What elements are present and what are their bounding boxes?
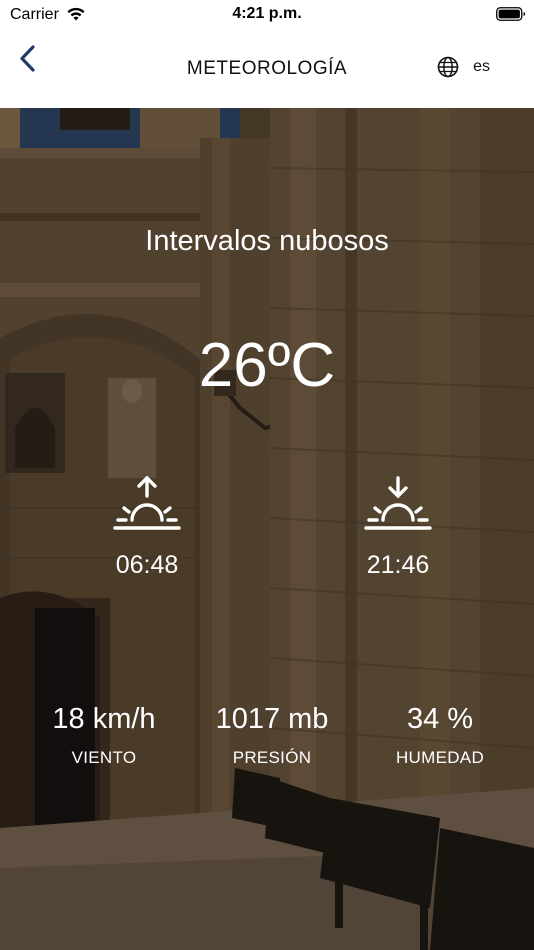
language-selector[interactable]: es xyxy=(437,54,490,80)
status-bar: Carrier 4:21 p.m. xyxy=(0,0,534,32)
temperature: 26ºC xyxy=(198,331,336,400)
weather-overlay: Intervalos nubosos 26ºC 06:48 21:46 18 k… xyxy=(0,108,534,950)
sunset-icon xyxy=(364,476,432,530)
weather-condition: Intervalos nubosos xyxy=(145,225,389,257)
pressure-stat: 1017 mb PRESIÓN xyxy=(182,703,362,768)
sunrise-block: 06:48 xyxy=(77,475,217,580)
humidity-label: HUMEDAD xyxy=(395,748,485,767)
sunrise-icon xyxy=(113,475,181,530)
sunset-block: 21:46 xyxy=(328,476,468,580)
wind-label: VIENTO xyxy=(71,748,137,767)
sunset-time: 21:46 xyxy=(366,551,430,579)
weather-hero: Intervalos nubosos 26ºC 06:48 21:46 18 k… xyxy=(0,108,534,950)
humidity-stat: 34 % HUMEDAD xyxy=(350,703,530,768)
sunrise-time: 06:48 xyxy=(115,551,179,579)
pressure-value: 1017 mb xyxy=(215,703,329,735)
wind-value: 18 km/h xyxy=(52,703,156,735)
pressure-label: PRESIÓN xyxy=(232,748,312,767)
status-time: 4:21 p.m. xyxy=(232,5,302,22)
language-code[interactable]: es xyxy=(473,58,490,76)
humidity-value: 34 % xyxy=(406,703,474,735)
globe-icon[interactable] xyxy=(437,56,459,78)
wind-stat: 18 km/h VIENTO xyxy=(14,703,194,768)
battery-icon xyxy=(496,7,526,21)
navigation-bar: METEOROLOGÍA es xyxy=(0,32,534,108)
